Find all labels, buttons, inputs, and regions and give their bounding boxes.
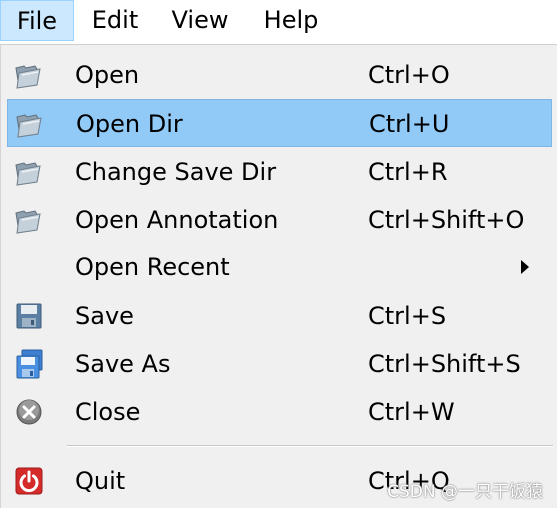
menu-item-label: Save xyxy=(75,302,134,330)
menu-item-open-recent[interactable]: Open Recent xyxy=(7,243,552,291)
menu-item-shortcut: Ctrl+Shift+O xyxy=(368,206,525,234)
menu-item-label: Quit xyxy=(75,467,126,495)
quit-icon xyxy=(15,467,43,495)
close-icon xyxy=(16,399,42,425)
menu-item-label: Save As xyxy=(75,350,171,378)
menu-item-change-save-dir[interactable]: Change Save Dir Ctrl+R xyxy=(7,148,552,196)
menu-item-label: Open Dir xyxy=(76,110,183,138)
menu-edit[interactable]: Edit xyxy=(80,0,150,41)
app-window: File Edit View Help Open Ctrl+O Open Dir… xyxy=(0,0,557,508)
folder-icon xyxy=(15,162,41,186)
menu-item-label: Open Recent xyxy=(75,253,230,281)
menu-item-label: Open Annotation xyxy=(75,206,279,234)
menu-item-label: Change Save Dir xyxy=(75,158,277,186)
folder-icon xyxy=(15,65,41,89)
menu-help[interactable]: Help xyxy=(250,0,332,41)
menu-item-open-dir[interactable]: Open Dir Ctrl+U xyxy=(7,99,552,147)
menu-item-save-as[interactable]: Save As Ctrl+Shift+S xyxy=(7,340,552,388)
menu-view[interactable]: View xyxy=(160,0,240,41)
menu-item-shortcut: Ctrl+O xyxy=(368,61,450,89)
menu-item-label: Close xyxy=(75,398,141,426)
menu-item-shortcut: Ctrl+S xyxy=(368,302,447,330)
folder-icon xyxy=(16,114,42,138)
menu-item-open[interactable]: Open Ctrl+O xyxy=(7,51,552,99)
file-menu-dropdown: Open Ctrl+O Open Dir Ctrl+U Change Save … xyxy=(0,44,557,508)
menu-item-save[interactable]: Save Ctrl+S xyxy=(7,292,552,340)
menu-item-shortcut: Ctrl+U xyxy=(369,110,450,138)
menu-item-label: Open xyxy=(75,61,140,89)
menu-item-shortcut: Ctrl+Shift+S xyxy=(368,350,521,378)
menu-bar: File Edit View Help xyxy=(0,0,557,44)
menu-item-close[interactable]: Close Ctrl+W xyxy=(7,388,552,436)
watermark-text: CSDN @一只干饭猿 xyxy=(387,482,543,502)
menu-item-shortcut: Ctrl+R xyxy=(368,158,448,186)
menu-separator xyxy=(67,445,553,447)
menu-item-open-annotation[interactable]: Open Annotation Ctrl+Shift+O xyxy=(7,196,552,244)
folder-icon xyxy=(15,210,41,234)
save-as-icon xyxy=(16,349,43,379)
menu-file[interactable]: File xyxy=(0,0,74,41)
save-icon xyxy=(16,303,42,329)
submenu-arrow-icon xyxy=(521,260,529,274)
menu-item-shortcut: Ctrl+W xyxy=(368,398,455,426)
